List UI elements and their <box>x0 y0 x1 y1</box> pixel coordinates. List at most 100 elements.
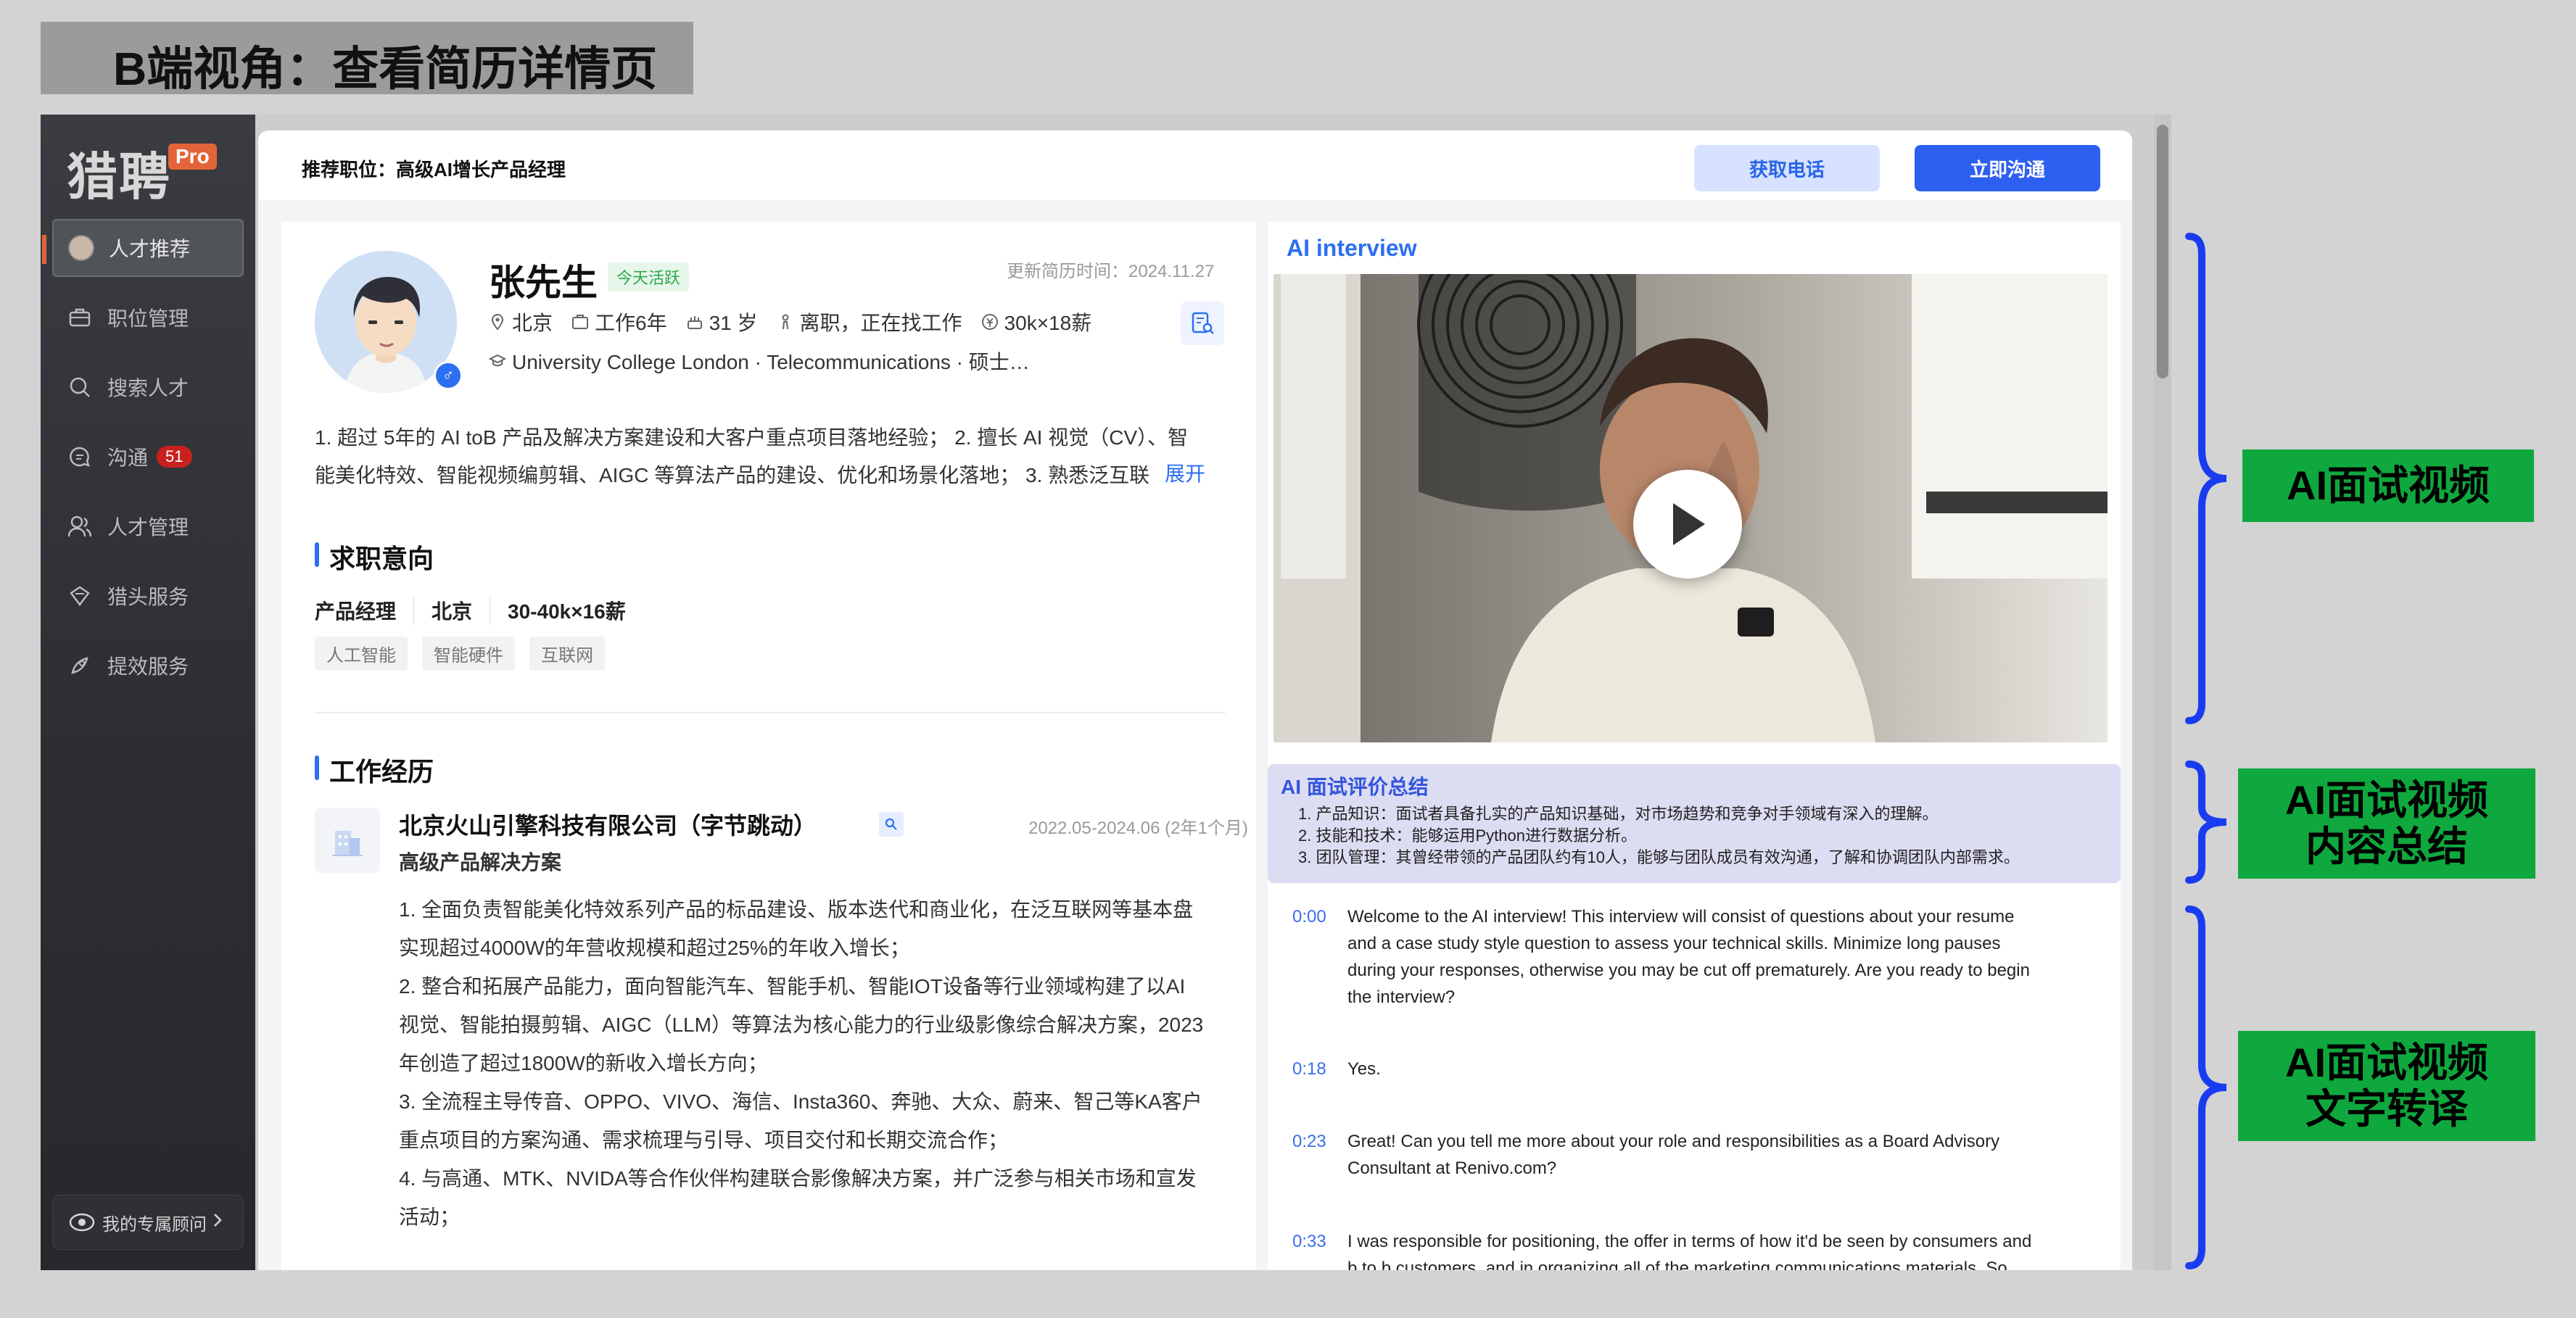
transcript-line: and a case study style question to asses… <box>1347 934 2001 953</box>
sidebar-item-label: 人才管理 <box>107 516 189 539</box>
transcript-line: Yes. <box>1347 1059 1381 1079</box>
transcript-line: during your responses, otherwise you may… <box>1347 961 2030 980</box>
transcript-entry[interactable]: 0:00 Welcome to the AI interview! This i… <box>1292 903 2097 1011</box>
sidebar-item-label: 沟通 <box>107 447 149 469</box>
transcript-entry[interactable]: 0:18 Yes. <box>1292 1056 2097 1082</box>
candidate-age: 31 岁 <box>709 312 758 334</box>
ai-summary-item: 2. 技能和技术：能够运用Python进行数据分析。 <box>1298 826 1637 845</box>
duty-line: 1. 全面负责智能美化特效系列产品的标品建设、版本迭代和商业化，在泛互联网等基本… <box>399 898 1194 921</box>
app-window: 猎聘 Pro 人才推荐 职位管理 搜索人才 沟通 51 人才管理 猎头服务 提效… <box>41 115 2171 1270</box>
sidebar-item-search-talent[interactable]: 搜索人才 <box>52 358 244 416</box>
transcript-entry[interactable]: 0:33 I was responsible for positioning, … <box>1292 1228 2097 1270</box>
resume-detail-panel: 推荐职位：高级AI增长产品经理 获取电话 立即沟通 ♂ 张先生 今天活跃 更新简… <box>258 130 2132 1270</box>
duty-line: 实现超过4000W的年营收规模和超过25%的年收入增长； <box>399 937 910 959</box>
transcript-line: Consultant at Renivo.com? <box>1347 1159 1557 1178</box>
doc-search-icon <box>1192 312 1214 334</box>
slide-title-banner: B端视角：查看简历详情页 <box>41 22 693 95</box>
duty-line: 重点项目的方案沟通、需求梳理与引导、项目交付和长期交流合作； <box>399 1129 1009 1151</box>
annotation-video: AI面试视频 <box>2242 449 2534 522</box>
candidate-name: 张先生 <box>489 262 598 303</box>
sidebar-item-talent-recommend[interactable]: 人才推荐 <box>42 219 244 277</box>
advisor-button[interactable]: 我的专属顾问 <box>52 1195 244 1250</box>
ai-interview-title: AI interview <box>1287 235 1417 261</box>
summary-line: 1. 超过 5年的 AI toB 产品及解决方案建设和大客户重点项目落地经验； … <box>315 426 1189 449</box>
sidebar-item-label: 提效服务 <box>107 655 189 678</box>
app-logo: 猎聘 <box>67 149 171 205</box>
company-name[interactable]: 北京火山引擎科技有限公司（字节跳动） <box>399 808 817 841</box>
candidate-salary: 30k×18薪 <box>1004 312 1092 334</box>
interview-video-player[interactable] <box>1273 274 2108 742</box>
sidebar-item-label: 搜索人才 <box>107 377 189 399</box>
briefcase-icon <box>572 315 589 329</box>
transcript-timestamp[interactable]: 0:00 <box>1292 903 1347 1011</box>
transcript-timestamp[interactable]: 0:18 <box>1292 1056 1347 1082</box>
candidate-experience: 工作6年 <box>595 312 667 334</box>
start-chat-button[interactable]: 立即沟通 <box>1915 145 2100 191</box>
interview-transcript: 0:00 Welcome to the AI interview! This i… <box>1268 893 2121 1270</box>
sidebar-item-efficiency-service[interactable]: 提效服务 <box>52 637 244 695</box>
search-icon <box>67 374 93 400</box>
resume-updated-time: 更新简历时间：2024.11.27 <box>1007 262 1215 281</box>
brace-summary <box>2185 760 2227 884</box>
advisor-icon <box>69 1212 95 1232</box>
job-duties: 1. 全面负责智能美化特效系列产品的标品建设、版本迭代和商业化，在泛互联网等基本… <box>399 890 1226 1236</box>
get-phone-button[interactable]: 获取电话 <box>1694 145 1880 191</box>
summary-line: 能美化特效、智能视频编剪辑、AIGC 等算法产品的建设、优化和场景化落地； 3.… <box>315 464 1150 486</box>
advisor-label: 我的专属顾问 <box>102 1214 207 1235</box>
ai-summary-title: AI 面试评价总结 <box>1281 776 1429 798</box>
sidebar-item-job-management[interactable]: 职位管理 <box>52 289 244 347</box>
sidebar-item-talent-management[interactable]: 人才管理 <box>52 497 244 555</box>
unread-badge: 51 <box>157 446 192 468</box>
resume-search-doc-button[interactable] <box>1181 302 1224 345</box>
annotation-transcript: AI面试视频 文字转译 <box>2238 1031 2535 1141</box>
recommended-job-title: 推荐职位：高级AI增长产品经理 <box>302 159 566 181</box>
rocket-icon <box>67 652 93 679</box>
cake-icon <box>687 316 702 329</box>
candidate-job-status: 离职，正在找工作 <box>799 312 962 334</box>
graduation-cap-icon <box>489 354 506 367</box>
duty-line: 视觉、智能拍摄剪辑、AIGC（LLM）等算法为核心能力的行业级影像综合解决方案，… <box>399 1014 1204 1036</box>
transcript-timestamp[interactable]: 0:33 <box>1292 1228 1347 1270</box>
ai-interview-summary: AI 面试评价总结 1. 产品知识：面试者具备扎实的产品知识基础，对市场趋势和竞… <box>1268 764 2121 883</box>
page-scrollbar[interactable] <box>2154 115 2171 1270</box>
chat-icon <box>67 444 93 470</box>
sidebar-item-chat[interactable]: 沟通 51 <box>52 428 244 486</box>
ai-summary-item: 3. 团队管理：其曾经带领的产品团队约有10人，能够与团队成员有效沟通，了解和协… <box>1298 848 2020 866</box>
duty-line: 2. 整合和拓展产品能力，面向智能汽车、智能手机、智能IOT设备等行业领域构建了… <box>399 975 1186 998</box>
intent-position: 产品经理 <box>315 596 415 625</box>
transcript-timestamp[interactable]: 0:23 <box>1292 1128 1347 1182</box>
brace-video <box>2185 233 2227 724</box>
expand-summary-link[interactable]: 展开 <box>1157 458 1206 487</box>
transcript-line: I was responsible for positioning, the o… <box>1347 1232 2032 1251</box>
job-role: 高级产品解决方案 <box>399 851 562 874</box>
candidate-city: 北京 <box>512 312 553 334</box>
scrollbar-thumb[interactable] <box>2157 125 2168 378</box>
sidebar-item-headhunter-service[interactable]: 猎头服务 <box>52 567 244 625</box>
intent-salary: 30-40k×16薪 <box>508 600 626 623</box>
job-intent-heading: 求职意向 <box>315 538 434 576</box>
active-status-tag: 今天活跃 <box>608 262 690 291</box>
transcript-line: the interview? <box>1347 987 1456 1007</box>
intent-tags: 人工智能 智能硬件 互联网 <box>315 637 619 671</box>
transcript-line: Welcome to the AI interview! This interv… <box>1347 907 2015 927</box>
employment-period: 2022.05-2024.06 (2年1个月) <box>1028 818 1248 838</box>
company-search-icon[interactable] <box>879 812 904 837</box>
sidebar-item-label: 人才推荐 <box>109 238 191 260</box>
job-intent-row: 产品经理 北京 30-40k×16薪 <box>315 596 661 625</box>
play-icon[interactable] <box>1633 470 1742 579</box>
sidebar-nav: 人才推荐 职位管理 搜索人才 沟通 51 人才管理 猎头服务 提效服务 <box>41 219 255 706</box>
ai-interview-panel: AI interview AI 面试评价总结 1. 产品知识：面试者具备扎实的产… <box>1268 222 2121 1270</box>
candidate-education-row: University College London · Telecommunic… <box>489 347 1030 376</box>
sidebar-item-label: 猎头服务 <box>107 586 189 608</box>
resume-card: ♂ 张先生 今天活跃 更新简历时间：2024.11.27 北京 工作6年 31 … <box>281 222 1256 1270</box>
briefcase-icon <box>67 304 93 331</box>
person-icon <box>782 314 789 330</box>
annotation-summary: AI面试视频 内容总结 <box>2238 768 2535 879</box>
logo-pro-badge: Pro <box>168 144 217 170</box>
users-icon <box>67 513 93 539</box>
transcript-line: Great! Can you tell me more about your r… <box>1347 1132 2000 1151</box>
sidebar: 猎聘 Pro 人才推荐 职位管理 搜索人才 沟通 51 人才管理 猎头服务 提效… <box>41 115 255 1270</box>
candidate-education: University College London · Telecommunic… <box>512 351 1030 373</box>
transcript-entry[interactable]: 0:23 Great! Can you tell me more about y… <box>1292 1128 2097 1182</box>
industry-tag: 人工智能 <box>315 637 408 671</box>
